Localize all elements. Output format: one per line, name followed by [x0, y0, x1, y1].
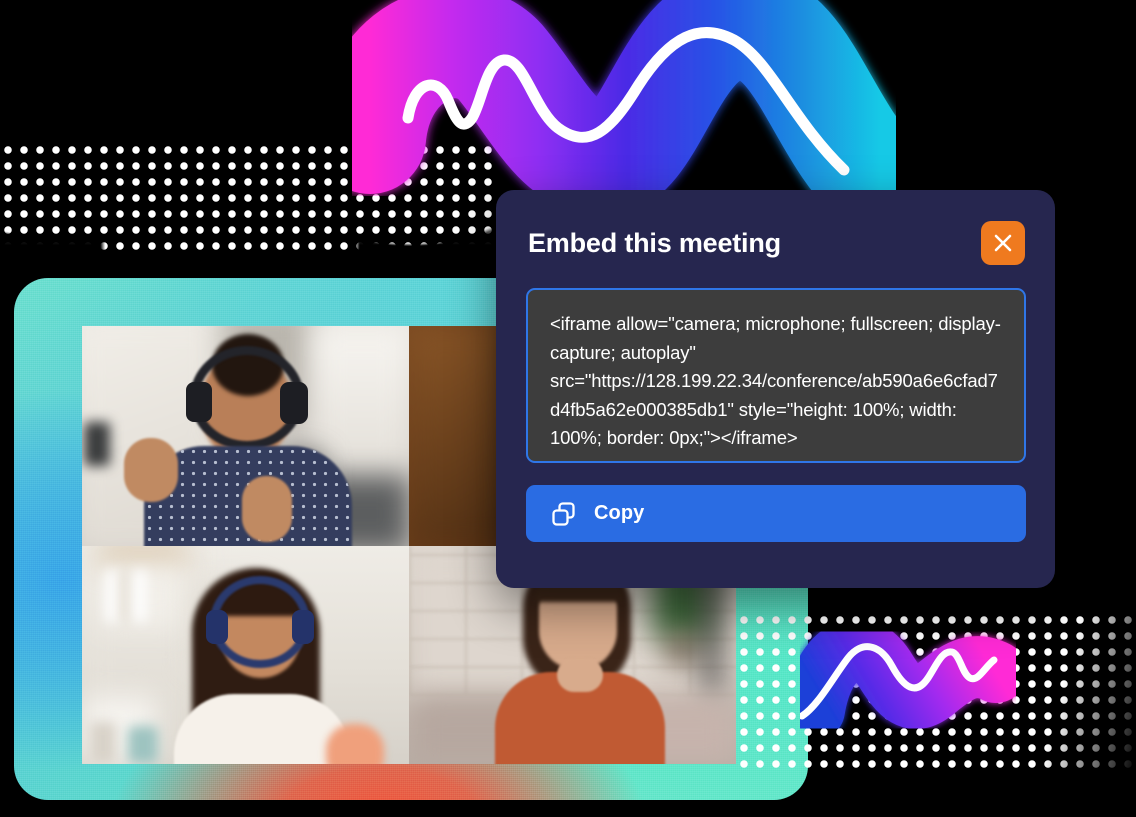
close-button[interactable] [981, 221, 1025, 265]
modal-header: Embed this meeting [526, 220, 1025, 266]
embed-code-textarea[interactable]: <iframe allow="camera; microphone; fulls… [526, 288, 1026, 463]
copy-button-label: Copy [594, 502, 645, 524]
participant-tile-3[interactable] [82, 546, 409, 764]
gradient-sound-wave [352, 0, 896, 196]
participant-tile-1[interactable] [82, 326, 409, 546]
scene-root: Embed this meeting <iframe allow="camera… [0, 0, 1136, 817]
gradient-sound-wave-small [800, 619, 1016, 734]
embed-meeting-modal: Embed this meeting <iframe allow="camera… [496, 190, 1055, 588]
close-x-icon [994, 234, 1012, 252]
copy-button[interactable]: Copy [526, 485, 1026, 542]
page-title: Embed this meeting [528, 227, 781, 258]
copy-duplicate-icon [552, 501, 575, 526]
